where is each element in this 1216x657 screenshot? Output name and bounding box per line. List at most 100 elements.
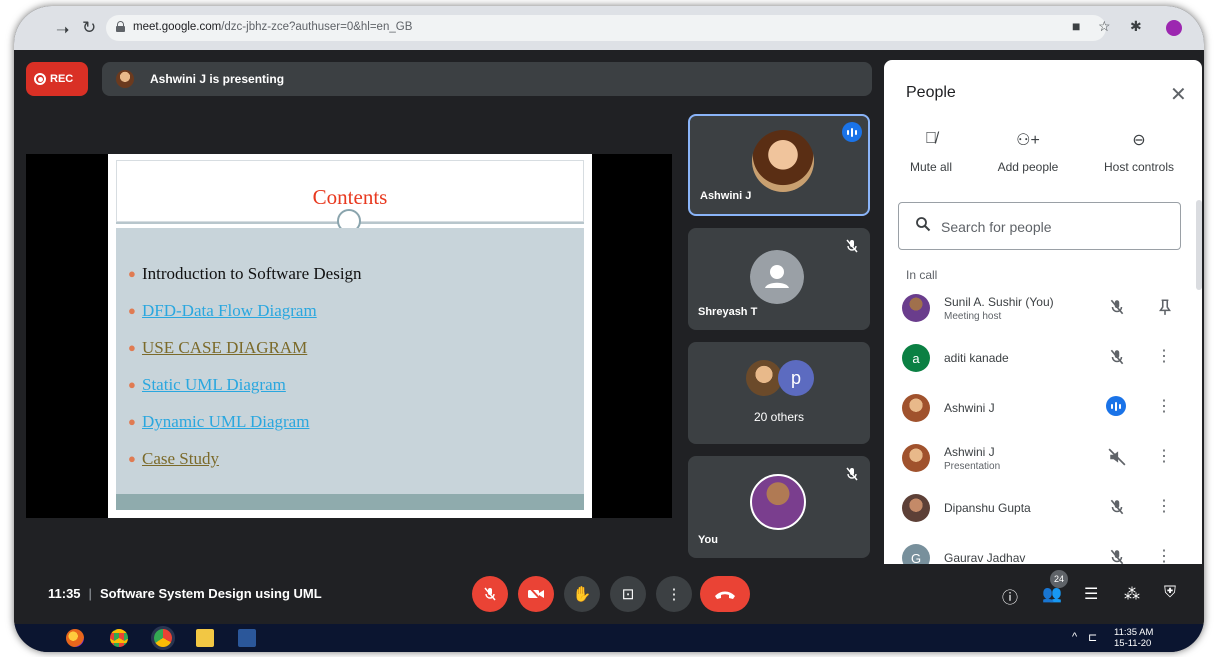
- slide-bullet: ● USE CASE DIAGRAM: [128, 338, 308, 357]
- more-options-icon[interactable]: ⋮: [1156, 396, 1172, 416]
- avatar: [902, 494, 930, 522]
- volume-off-icon[interactable]: [1108, 448, 1126, 466]
- camera-off-icon: [528, 586, 544, 602]
- participant-row[interactable]: Sunil A. Sushir (You) Meeting host: [884, 286, 1202, 336]
- presenting-text: Ashwini J is presenting: [150, 72, 285, 86]
- network-icon[interactable]: ⊏: [1088, 631, 1097, 644]
- participant-tile-you[interactable]: You: [688, 456, 870, 558]
- mic-off-icon: [846, 467, 858, 481]
- more-options-icon: ⋮: [666, 586, 682, 603]
- screen-frame: ➝ ↻ meet.google.com/dzc-jbhz-zce?authuse…: [14, 6, 1204, 652]
- back-arrow-icon[interactable]: ➝: [56, 20, 69, 40]
- participant-row[interactable]: a aditi kanade ⋮: [884, 336, 1202, 386]
- close-icon[interactable]: ✕: [1170, 82, 1187, 107]
- mute-all-button[interactable]: 🎙̸ Mute all: [900, 130, 962, 174]
- more-options-icon[interactable]: ⋮: [1156, 346, 1172, 366]
- url-path: /dzc-jbhz-zce?authuser=0&hl=en_GB: [221, 21, 413, 33]
- address-bar[interactable]: meet.google.com/dzc-jbhz-zce?authuser=0&…: [106, 15, 1106, 41]
- mic-off-icon[interactable]: [1108, 348, 1126, 366]
- tray-chevron-icon[interactable]: ^: [1072, 631, 1077, 643]
- system-time: 11:35 AM: [1114, 627, 1154, 638]
- word-icon[interactable]: [238, 629, 256, 647]
- mic-off-icon[interactable]: [1108, 498, 1126, 516]
- activities-icon[interactable]: ⁂: [1124, 584, 1140, 604]
- leave-call-button[interactable]: [700, 576, 750, 612]
- mic-off-icon[interactable]: [1108, 298, 1126, 316]
- meeting-controls-bar: 11:35 | Software System Design using UML ✋…: [14, 564, 1204, 624]
- recording-badge[interactable]: REC: [26, 62, 88, 96]
- present-screen-icon: ⊡: [621, 586, 635, 603]
- add-person-icon: ⚇+: [1016, 132, 1040, 149]
- participant-name: Shreyash T: [698, 306, 758, 318]
- separator: |: [88, 586, 92, 601]
- info-icon[interactable]: ⓘ: [1002, 584, 1018, 608]
- search-input[interactable]: Search for people: [898, 202, 1181, 250]
- participant-tile-shreyash[interactable]: Shreyash T: [688, 228, 870, 330]
- file-explorer-icon[interactable]: [196, 629, 214, 647]
- in-call-label: In call: [906, 268, 938, 282]
- lock-icon: [116, 21, 125, 32]
- slide-bullet: ● DFD-Data Flow Diagram: [128, 301, 317, 320]
- add-people-button[interactable]: ⚇+ Add people: [990, 130, 1066, 174]
- avatar: [902, 294, 930, 322]
- slide-bullet: ● Case Study: [128, 449, 219, 468]
- participant-row[interactable]: G Gaurav Jadhav ⋮: [884, 536, 1202, 566]
- your-avatar: [750, 474, 806, 530]
- chat-icon[interactable]: ☰: [1084, 584, 1098, 604]
- presenter-avatar: [116, 70, 134, 88]
- os-taskbar: ^ ⊏ 11:35 AM 15-11-20: [14, 624, 1204, 652]
- star-icon[interactable]: ☆: [1098, 18, 1111, 35]
- slide-bullet: ● Dynamic UML Diagram: [128, 412, 310, 431]
- search-placeholder: Search for people: [941, 219, 1052, 235]
- participant-name: You: [698, 534, 718, 546]
- hang-up-icon: [715, 591, 735, 599]
- people-panel: People ✕ 🎙̸ Mute all ⚇+ Add people ⊖ Hos…: [884, 60, 1202, 608]
- avatar: a: [902, 344, 930, 372]
- participant-row[interactable]: Ashwini J ⋮: [884, 386, 1202, 436]
- presenting-banner: Ashwini J is presenting: [102, 62, 872, 96]
- extensions-icon[interactable]: ✱: [1130, 18, 1142, 35]
- host-controls-icon[interactable]: ⛨: [1164, 584, 1176, 602]
- others-avatar-2: p: [778, 360, 814, 396]
- more-options-button[interactable]: ⋮: [656, 576, 692, 612]
- camera-toggle-button[interactable]: [518, 576, 554, 612]
- more-options-icon[interactable]: ⋮: [1156, 446, 1172, 466]
- profile-avatar[interactable]: [1166, 20, 1182, 36]
- participant-tile-ashwini[interactable]: Ashwini J: [688, 114, 870, 216]
- url-host: meet.google.com: [133, 21, 222, 33]
- pin-icon[interactable]: [1156, 298, 1174, 316]
- participant-tile-others[interactable]: p 20 others: [688, 342, 870, 444]
- record-icon: [34, 73, 46, 85]
- mic-off-icon: [846, 239, 858, 253]
- others-avatar-1: [746, 360, 782, 396]
- chrome-icon[interactable]: [110, 629, 128, 647]
- camera-icon[interactable]: ■: [1072, 18, 1080, 34]
- mic-toggle-button[interactable]: [472, 576, 508, 612]
- mic-off-icon: [484, 587, 496, 601]
- participant-avatar: [752, 130, 814, 192]
- firefox-icon[interactable]: [66, 629, 84, 647]
- slide-bullets: ● Introduction to Software Design ● DFD-Da…: [128, 264, 362, 486]
- present-now-button[interactable]: ⊡: [610, 576, 646, 612]
- participant-row[interactable]: Dipanshu Gupta ⋮: [884, 486, 1202, 536]
- raise-hand-button[interactable]: ✋: [564, 576, 600, 612]
- host-controls-button[interactable]: ⊖ Host controls: [1096, 130, 1182, 174]
- meet-area: REC Ashwini J is presenting Contents ● In…: [14, 50, 1204, 608]
- slide-body: ● Introduction to Software Design ● DFD-Da…: [116, 228, 584, 494]
- others-count: 20 others: [753, 410, 805, 424]
- more-options-icon[interactable]: ⋮: [1156, 496, 1172, 516]
- avatar: G: [902, 544, 930, 566]
- reload-icon[interactable]: ↻: [82, 18, 96, 38]
- toggle-icon: ⊖: [1132, 132, 1146, 149]
- people-count-badge: 24: [1050, 570, 1068, 588]
- chrome-active-icon[interactable]: [154, 629, 172, 647]
- people-scrollbar[interactable]: [1196, 200, 1202, 290]
- system-date: 15-11-20: [1114, 638, 1152, 649]
- browser-toolbar: ➝ ↻ meet.google.com/dzc-jbhz-zce?authuse…: [14, 6, 1204, 50]
- default-avatar-icon: [750, 250, 804, 304]
- avatar: [902, 444, 930, 472]
- system-clock[interactable]: 11:35 AM 15-11-20: [1114, 627, 1153, 649]
- more-options-icon[interactable]: ⋮: [1156, 546, 1172, 566]
- participant-row[interactable]: Ashwini J Presentation ⋮: [884, 436, 1202, 486]
- avatar: [902, 394, 930, 422]
